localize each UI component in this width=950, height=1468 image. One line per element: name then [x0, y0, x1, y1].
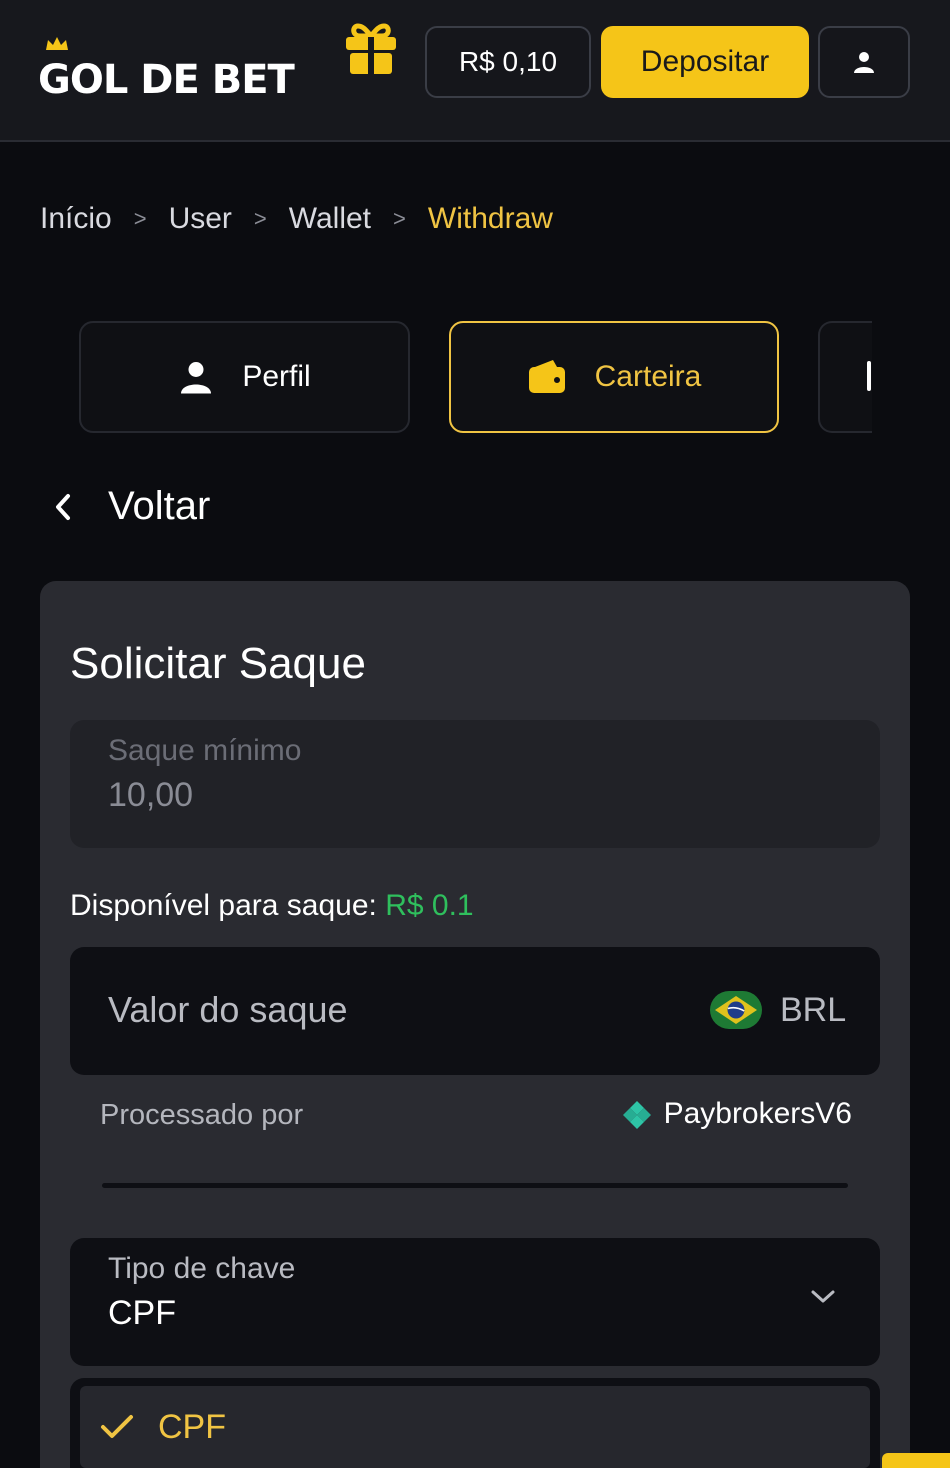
- breadcrumb-item-inicio[interactable]: Início: [40, 202, 112, 236]
- payment-provider: PaybrokersV6: [622, 1097, 852, 1131]
- gift-icon[interactable]: [344, 20, 398, 76]
- tab-partial[interactable]: [818, 321, 872, 433]
- tab-carteira[interactable]: Carteira: [449, 321, 779, 433]
- divider: [102, 1183, 848, 1188]
- chevron-left-icon: [52, 492, 74, 522]
- withdraw-amount-input[interactable]: Valor do saque BRL: [70, 947, 880, 1075]
- breadcrumb-separator: >: [253, 206, 267, 231]
- tab-label: Carteira: [594, 360, 702, 393]
- brazil-flag-icon: [710, 991, 762, 1029]
- wallet-icon: [527, 359, 567, 395]
- card-title: Solicitar Saque: [70, 639, 366, 688]
- logo[interactable]: GOL DE BET: [38, 37, 295, 103]
- provider-name: PaybrokersV6: [663, 1097, 852, 1130]
- min-withdraw-value: 10,00: [108, 776, 194, 814]
- back-label: Voltar: [108, 484, 211, 528]
- key-type-value: CPF: [108, 1294, 176, 1332]
- crown-icon: [46, 37, 68, 50]
- balance-button[interactable]: R$ 0,10: [425, 26, 591, 98]
- available-label: Disponível para saque:: [70, 889, 377, 922]
- breadcrumb-item-wallet[interactable]: Wallet: [289, 202, 371, 236]
- floating-action-edge[interactable]: [882, 1453, 950, 1468]
- check-icon: [100, 1413, 134, 1441]
- user-icon: [178, 359, 214, 395]
- available-balance: Disponível para saque: R$ 0.1: [70, 889, 474, 923]
- min-withdraw-field: Saque mínimo 10,00: [70, 720, 880, 848]
- breadcrumb-current: Withdraw: [427, 202, 553, 235]
- key-type-select[interactable]: Tipo de chave CPF: [70, 1238, 880, 1366]
- user-icon: [854, 52, 874, 73]
- withdraw-card: Solicitar Saque Saque mínimo 10,00 Dispo…: [40, 581, 910, 1468]
- min-withdraw-label: Saque mínimo: [108, 734, 302, 767]
- page: GOL DE BET R$ 0,10 Depositar Início > Us…: [0, 0, 950, 1468]
- processed-by-label: Processado por: [100, 1099, 304, 1131]
- key-type-dropdown: CPF: [70, 1378, 880, 1468]
- available-amount: R$ 0.1: [385, 889, 474, 922]
- logo-text: GOL DE BET: [38, 57, 295, 103]
- top-header: GOL DE BET R$ 0,10 Depositar: [0, 0, 950, 142]
- breadcrumb-separator: >: [393, 206, 406, 231]
- tab-partial-icon: [866, 355, 872, 399]
- breadcrumb-item-user[interactable]: User: [169, 202, 232, 236]
- user-menu-button[interactable]: [818, 26, 910, 98]
- key-type-label: Tipo de chave: [108, 1252, 296, 1285]
- provider-logo-icon: [622, 1099, 652, 1129]
- amount-placeholder: Valor do saque: [108, 989, 348, 1030]
- dropdown-option-cpf[interactable]: CPF: [80, 1386, 870, 1468]
- breadcrumb: Início > User > Wallet > Withdraw: [40, 202, 553, 236]
- tab-perfil[interactable]: Perfil: [79, 321, 410, 433]
- dropdown-option-label: CPF: [158, 1407, 226, 1446]
- breadcrumb-separator: >: [133, 206, 147, 231]
- chevron-down-icon: [810, 1288, 836, 1306]
- deposit-button[interactable]: Depositar: [601, 26, 809, 98]
- tab-label: Perfil: [242, 360, 311, 393]
- back-button[interactable]: Voltar: [52, 484, 210, 529]
- currency-code: BRL: [780, 991, 847, 1029]
